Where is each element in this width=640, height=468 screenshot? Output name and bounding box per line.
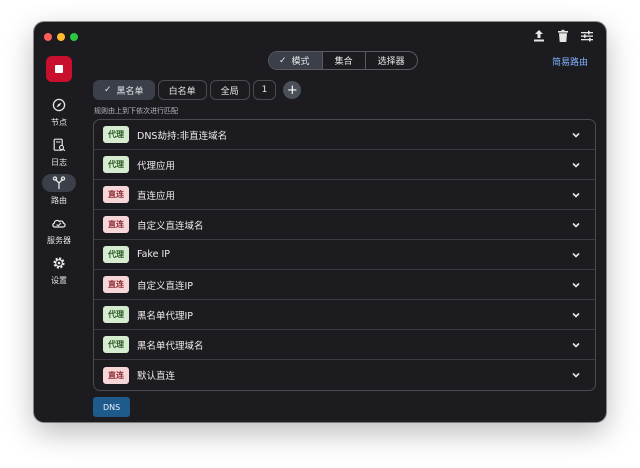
rule-row[interactable]: 代理 黑名单代理域名 bbox=[94, 330, 595, 360]
rule-row[interactable]: 直连 自定义直连域名 bbox=[94, 210, 595, 240]
mode-segmented-control: ✓ 模式 集合 选择器 bbox=[268, 51, 418, 70]
rule-name: 默认直连 bbox=[137, 371, 176, 382]
blacklist-button[interactable]: ✓ 黑名单 bbox=[93, 80, 155, 100]
rule-tag-badge: 代理 bbox=[103, 246, 129, 263]
rule-name: Fake IP bbox=[137, 249, 170, 260]
close-window-button[interactable] bbox=[44, 33, 52, 41]
rule-name: 自定义直连域名 bbox=[137, 220, 204, 232]
add-rule-button[interactable]: + bbox=[283, 81, 302, 99]
sidebar-item-label: 服务器 bbox=[47, 236, 71, 245]
sidebar-item-servers[interactable]: 服务器 bbox=[34, 214, 84, 246]
rule-row[interactable]: 直连 默认直连 bbox=[94, 360, 595, 390]
tab-label: 选择器 bbox=[377, 57, 405, 67]
chevron-down-icon[interactable] bbox=[571, 310, 581, 320]
plus-icon: + bbox=[286, 82, 298, 98]
chevron-down-icon[interactable] bbox=[571, 340, 581, 350]
tab-label: 模式 bbox=[291, 57, 310, 67]
app-window: 节点 日志 路由 服务器 设置 ✓ 模式 集合 选择器 简易路由 ✓ 黑名单 白… bbox=[34, 22, 606, 422]
sidebar-item-label: 路由 bbox=[51, 196, 67, 205]
rule-row[interactable]: 直连 自定义直连IP bbox=[94, 270, 595, 300]
rule-tag-badge: 代理 bbox=[103, 126, 129, 143]
rule-row[interactable]: 代理 黑名单代理IP bbox=[94, 300, 595, 330]
stop-button[interactable] bbox=[46, 56, 72, 82]
upload-icon[interactable] bbox=[532, 29, 546, 43]
sidebar-item-label: 设置 bbox=[51, 276, 67, 285]
chevron-down-icon[interactable] bbox=[571, 130, 581, 140]
rule-name: 自定义直连IP bbox=[137, 280, 194, 292]
stop-icon bbox=[55, 65, 63, 73]
sidebar: 节点 日志 路由 服务器 设置 bbox=[34, 52, 84, 422]
rule-tag-badge: 代理 bbox=[103, 306, 129, 323]
trash-icon[interactable] bbox=[556, 29, 570, 43]
rule-name: 黑名单代理域名 bbox=[137, 340, 204, 352]
rule-tag-badge: 直连 bbox=[103, 366, 129, 384]
window-controls bbox=[44, 33, 78, 41]
button-label: 黑名单 bbox=[116, 86, 144, 97]
sidebar-item-label: 节点 bbox=[51, 118, 67, 127]
rule-tag-badge: 直连 bbox=[103, 276, 129, 293]
chevron-down-icon[interactable] bbox=[571, 280, 581, 290]
rule-row[interactable]: 代理 代理应用 bbox=[94, 150, 595, 180]
chevron-down-icon[interactable] bbox=[571, 190, 581, 200]
cloud-icon bbox=[52, 219, 66, 228]
sidebar-item-routing[interactable]: 路由 bbox=[34, 174, 84, 206]
chevron-down-icon[interactable] bbox=[571, 250, 581, 260]
filter-bar: ✓ 黑名单 白名单 全局 1 + bbox=[93, 80, 302, 100]
log-icon bbox=[53, 138, 66, 152]
rule-list: 代理 DNS劫持:非直连域名 代理 代理应用 直连 直连应用 直连 自定义直连域名 代理 Fake… bbox=[93, 119, 596, 391]
rule-tag-badge: 代理 bbox=[103, 156, 129, 173]
sliders-icon[interactable] bbox=[580, 29, 594, 43]
checkmark-icon: ✓ bbox=[279, 55, 287, 66]
sidebar-item-logs[interactable]: 日志 bbox=[34, 136, 84, 168]
rule-tag-badge: 直连 bbox=[103, 216, 129, 233]
gear-icon bbox=[53, 257, 65, 269]
rule-row[interactable]: 直连 直连应用 bbox=[94, 180, 595, 210]
rule-hint: 规则由上到下依次进行匹配 bbox=[94, 107, 178, 115]
checkmark-icon: ✓ bbox=[104, 85, 112, 95]
sidebar-item-settings[interactable]: 设置 bbox=[34, 254, 84, 286]
rule-name: 直连应用 bbox=[137, 190, 176, 202]
count-button[interactable]: 1 bbox=[252, 80, 277, 100]
whitelist-button[interactable]: 白名单 bbox=[157, 80, 207, 100]
route-icon bbox=[52, 176, 66, 189]
rule-row[interactable]: 代理 DNS劫持:非直连域名 bbox=[94, 120, 595, 150]
simple-route-link[interactable]: 简易路由 bbox=[552, 55, 588, 68]
sidebar-item-label: 日志 bbox=[51, 158, 67, 167]
chevron-down-icon[interactable] bbox=[571, 160, 581, 170]
chevron-down-icon[interactable] bbox=[571, 370, 581, 380]
rule-tag-badge: 代理 bbox=[103, 336, 129, 353]
sidebar-item-nodes[interactable]: 节点 bbox=[34, 96, 84, 128]
tab-collection[interactable]: 集合 bbox=[323, 52, 366, 69]
rule-name: 代理应用 bbox=[137, 160, 176, 172]
dns-button[interactable]: DNS bbox=[93, 397, 131, 417]
tab-selector[interactable]: 选择器 bbox=[366, 52, 417, 69]
toolbar bbox=[532, 29, 594, 43]
chevron-down-icon[interactable] bbox=[571, 220, 581, 230]
compass-icon bbox=[52, 98, 66, 112]
minimize-window-button[interactable] bbox=[57, 33, 65, 41]
tab-label: 集合 bbox=[334, 57, 353, 67]
rule-row[interactable]: 代理 Fake IP bbox=[94, 240, 595, 270]
rule-name: 黑名单代理IP bbox=[137, 310, 194, 322]
rule-name: DNS劫持:非直连域名 bbox=[137, 130, 228, 142]
tab-mode[interactable]: ✓ 模式 bbox=[269, 52, 323, 69]
zoom-window-button[interactable] bbox=[70, 33, 78, 41]
global-button[interactable]: 全局 bbox=[209, 80, 250, 100]
rule-tag-badge: 直连 bbox=[103, 186, 129, 203]
